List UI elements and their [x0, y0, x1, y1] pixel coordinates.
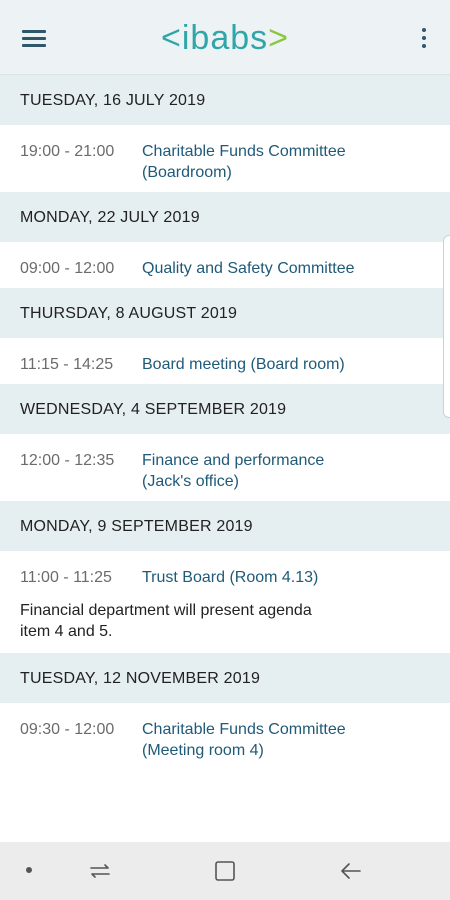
more-vert-icon[interactable]: [420, 28, 428, 50]
meeting-title[interactable]: Charitable Funds Committee (Boardroom): [142, 141, 430, 183]
meeting-item[interactable]: 09:00 - 12:00 Quality and Safety Committ…: [0, 242, 450, 288]
meeting-item[interactable]: 11:00 - 11:25 Trust Board (Room 4.13) Fi…: [0, 551, 450, 653]
meeting-time: 09:00 - 12:00: [20, 260, 115, 277]
agenda-list: TUESDAY, 16 JULY 2019 19:00 - 21:00 Char…: [0, 75, 450, 770]
date-header: THURSDAY, 8 AUGUST 2019: [0, 288, 450, 338]
date-header: MONDAY, 9 SEPTEMBER 2019: [0, 501, 450, 551]
meeting-time: 11:00 - 11:25: [20, 569, 112, 586]
meeting-time: 12:00 - 12:35: [20, 452, 115, 469]
logo-bracket-right: >: [268, 19, 289, 57]
meeting-title[interactable]: Charitable Funds Committee (Meeting room…: [142, 719, 430, 761]
back-arrow-icon[interactable]: [338, 860, 364, 882]
system-nav-bar: [0, 842, 450, 900]
app-logo: <ibabs>: [0, 18, 450, 58]
meeting-note: Financial department will present agenda…: [20, 602, 312, 640]
meeting-item[interactable]: 09:30 - 12:00 Charitable Funds Committee…: [0, 703, 450, 770]
meeting-title[interactable]: Quality and Safety Committee: [142, 258, 430, 279]
meeting-title[interactable]: Finance and performance (Jack's office): [142, 450, 430, 492]
date-header: TUESDAY, 12 NOVEMBER 2019: [0, 653, 450, 703]
meeting-item[interactable]: 12:00 - 12:35 Finance and performance (J…: [0, 434, 450, 501]
date-group: WEDNESDAY, 4 SEPTEMBER 2019 12:00 - 12:3…: [0, 384, 450, 501]
logo-bracket-left: <: [161, 19, 182, 57]
date-group: MONDAY, 9 SEPTEMBER 2019 11:00 - 11:25 T…: [0, 501, 450, 653]
logo-text: ibabs: [181, 19, 269, 57]
date-header: TUESDAY, 16 JULY 2019: [0, 75, 450, 125]
meeting-time: 11:15 - 14:25: [20, 356, 114, 373]
date-group: TUESDAY, 16 JULY 2019 19:00 - 21:00 Char…: [0, 75, 450, 192]
recents-icon[interactable]: [88, 860, 112, 882]
date-header: WEDNESDAY, 4 SEPTEMBER 2019: [0, 384, 450, 434]
meeting-time: 19:00 - 21:00: [20, 143, 115, 160]
date-group: TUESDAY, 12 NOVEMBER 2019 09:30 - 12:00 …: [0, 653, 450, 770]
meeting-title[interactable]: Trust Board (Room 4.13): [142, 567, 430, 588]
date-group: MONDAY, 22 JULY 2019 09:00 - 12:00 Quali…: [0, 192, 450, 288]
meeting-title[interactable]: Board meeting (Board room): [142, 354, 430, 375]
app-bar: <ibabs>: [0, 0, 450, 75]
meeting-time: 09:30 - 12:00: [20, 721, 115, 738]
scroll-handle[interactable]: [443, 235, 450, 418]
date-group: THURSDAY, 8 AUGUST 2019 11:15 - 14:25 Bo…: [0, 288, 450, 384]
nav-dot-icon: [26, 867, 32, 873]
date-header: MONDAY, 22 JULY 2019: [0, 192, 450, 242]
meeting-item[interactable]: 11:15 - 14:25 Board meeting (Board room): [0, 338, 450, 384]
home-icon[interactable]: [214, 860, 236, 882]
meeting-item[interactable]: 19:00 - 21:00 Charitable Funds Committee…: [0, 125, 450, 192]
